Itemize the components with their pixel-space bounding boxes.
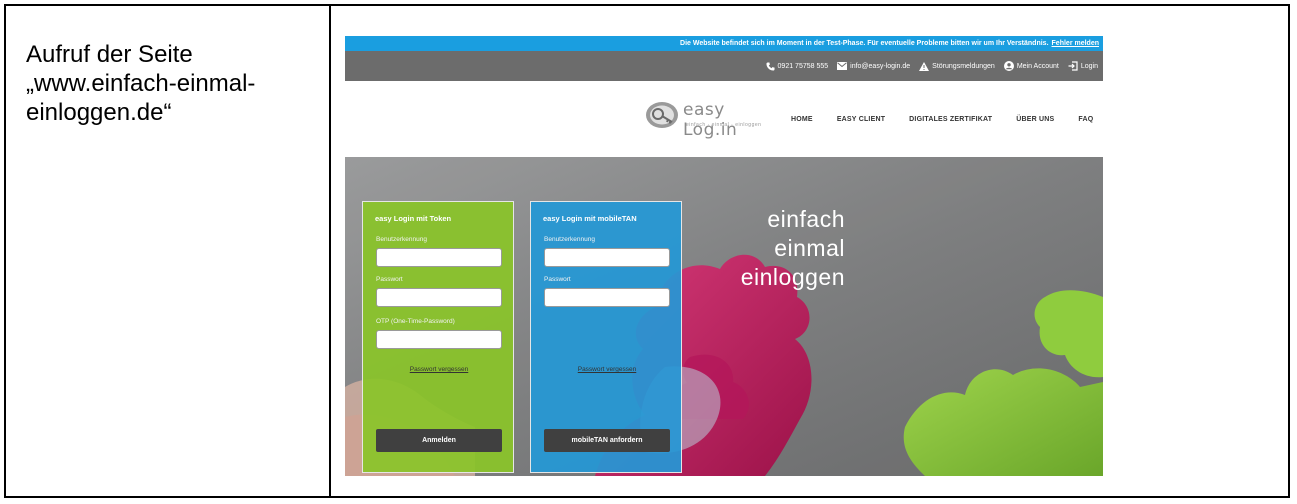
mtan-login-panel: easy Login mit mobileTAN Benutzerkennung… [530,201,682,473]
token-otp-input[interactable] [376,330,502,349]
hero-banner: easy Login mit Token Benutzerkennung Pas… [345,157,1103,476]
token-password-input[interactable] [376,288,502,307]
token-username-label: Benutzerkennung [376,236,427,243]
nav-home[interactable]: HOME [791,116,813,123]
login-item[interactable]: Login [1068,61,1098,71]
warning-icon [919,61,930,71]
status-item[interactable]: Störungsmeldungen [919,61,995,71]
hero-slogan: einfach einmal einloggen [741,205,845,292]
contact-bar: 0921 75758 555 info@easy-login.de Störun… [345,51,1103,81]
email-address: info@easy-login.de [850,62,911,70]
nav-digital-certificate[interactable]: DIGITALES ZERTIFIKAT [909,116,992,123]
status-label: Störungsmeldungen [932,62,995,70]
phone-number: 0921 75758 555 [777,62,829,70]
mtan-username-input[interactable] [544,248,670,267]
phone-icon [765,61,775,71]
nav-faq[interactable]: FAQ [1078,116,1093,123]
mail-icon [837,62,848,70]
account-item[interactable]: Mein Account [1003,61,1059,71]
login-button[interactable]: Anmelden [376,429,502,452]
token-username-input[interactable] [376,248,502,267]
nav-easy-client[interactable]: EASY CLIENT [837,116,885,123]
logo-name: easy Log.in [683,100,738,140]
phone-item[interactable]: 0921 75758 555 [765,61,829,71]
mtan-panel-title: easy Login mit mobileTAN [543,214,637,223]
step-caption: Aufruf der Seite „www.einfach-einmal- ei… [26,40,316,127]
mtan-username-label: Benutzerkennung [544,236,595,243]
login-label: Login [1080,62,1098,70]
email-item[interactable]: info@easy-login.de [837,62,910,70]
token-forgot-password-link[interactable]: Passwort vergessen [363,366,515,373]
mtan-forgot-password-link[interactable]: Passwort vergessen [531,366,683,373]
account-icon [1003,61,1014,71]
token-otp-label: OTP (One-Time-Password) [376,318,455,325]
logo-key-icon [646,102,678,128]
table-divider [329,6,331,496]
website-screenshot: Die Website befindet sich im Moment in d… [345,36,1103,476]
notice-text: Die Website befindet sich im Moment in d… [680,40,1049,47]
slogan-line-2: einmal [774,235,845,261]
site-header: easy Log.in einfach · einmal · einloggen… [345,81,1103,157]
test-phase-notice: Die Website befindet sich im Moment in d… [345,36,1103,51]
caption-line-2: „www.einfach-einmal- [26,70,256,97]
caption-line-1: Aufruf der Seite [26,41,193,68]
main-nav: HOME EASY CLIENT DIGITALES ZERTIFIKAT ÜB… [791,116,1093,123]
token-password-label: Passwort [376,276,403,283]
report-error-link[interactable]: Fehler melden [1052,40,1099,47]
token-panel-title: easy Login mit Token [375,214,452,223]
mtan-password-input[interactable] [544,288,670,307]
mtan-password-label: Passwort [544,276,571,283]
logo-tagline: einfach · einmal · einloggen [686,122,762,128]
login-icon [1068,61,1078,71]
site-logo[interactable]: easy Log.in einfach · einmal · einloggen [645,98,775,140]
caption-line-3: einloggen.de“ [26,99,172,126]
slogan-line-3: einloggen [740,264,845,290]
slogan-line-1: einfach [767,206,845,232]
token-login-panel: easy Login mit Token Benutzerkennung Pas… [362,201,514,473]
nav-about-us[interactable]: ÜBER UNS [1016,116,1054,123]
request-mobiletan-button[interactable]: mobileTAN anfordern [544,429,670,452]
account-label: Mein Account [1016,62,1059,70]
